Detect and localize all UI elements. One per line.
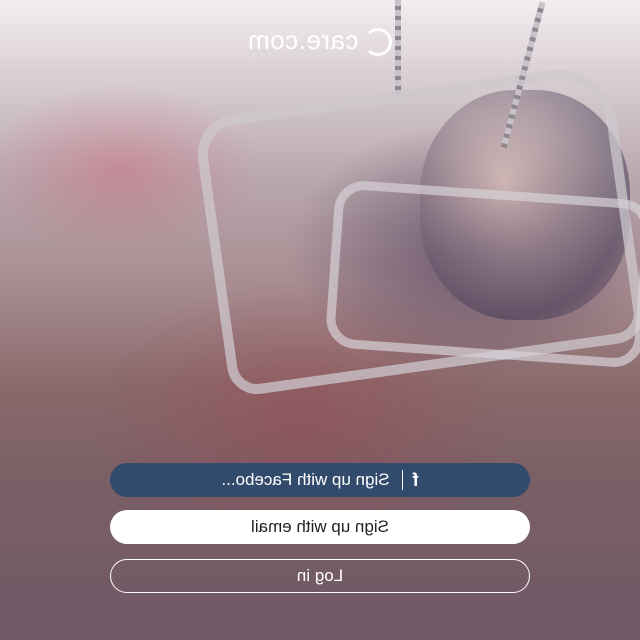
login-button[interactable]: Log in	[110, 559, 530, 593]
email-signup-label: Sign up with email	[251, 517, 389, 536]
login-label: Log in	[296, 566, 344, 585]
logo-text: care.com	[247, 25, 359, 55]
facebook-icon: f	[412, 469, 419, 490]
email-signup-button[interactable]: Sign up with email	[110, 510, 530, 544]
facebook-signup-label: Sign up with Facebo...	[221, 470, 390, 489]
swing-seat	[324, 179, 640, 369]
care-swirl-icon	[364, 28, 393, 57]
divider	[401, 470, 403, 490]
facebook-signup-button[interactable]: f Sign up with Facebo...	[110, 463, 530, 497]
care-logo: care.com	[0, 25, 640, 57]
